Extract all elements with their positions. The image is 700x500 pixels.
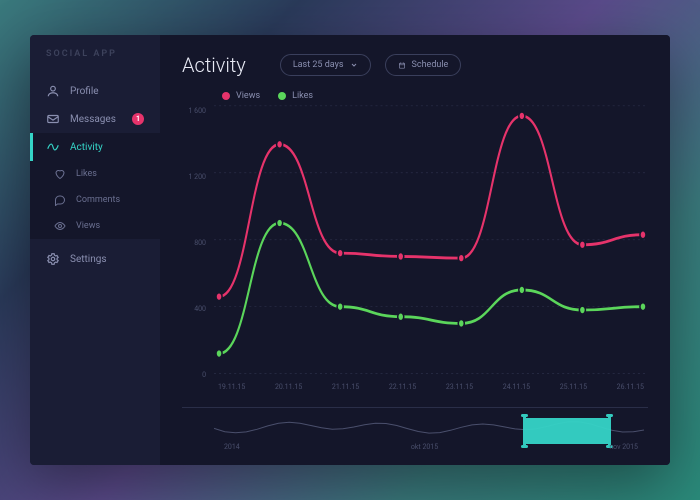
sidebar-item-settings[interactable]: Settings [30,245,160,273]
sidebar-item-label: Settings [70,254,107,265]
sidebar: SOCIAL APP Profile Messages 1 Activity [30,35,160,465]
x-tick: 26.11.15 [617,383,644,399]
x-tick: 20.11.15 [275,383,302,399]
legend-label: Likes [292,91,313,101]
chart: 1 600 1 200 800 400 0 19.11.15 20.11.15 21.11.… [182,103,648,399]
mail-icon [46,112,60,126]
y-tick: 400 [182,305,206,313]
scrubber-handle-left[interactable] [523,416,526,446]
sidebar-item-profile[interactable]: Profile [30,77,160,105]
gear-icon [46,252,60,266]
scrubber-window[interactable] [524,418,610,444]
scrubber-label: nov 2015 [609,443,638,451]
scrubber-handle-right[interactable] [608,416,611,446]
eye-icon [54,220,66,232]
scrubber-label: okt 2015 [411,443,438,451]
legend-item-views: Views [222,91,260,101]
header: Activity Last 25 days Schedule [182,53,648,77]
sidebar-item-label: Views [76,221,100,231]
y-tick: 0 [182,371,206,379]
chevron-down-icon [350,61,358,69]
x-tick: 19.11.15 [218,383,245,399]
messages-badge: 1 [132,113,144,125]
sidebar-item-label: Profile [70,86,99,97]
x-tick: 22.11.15 [389,383,416,399]
y-axis: 1 600 1 200 800 400 0 [182,103,214,399]
user-icon [46,84,60,98]
y-tick: 800 [182,239,206,247]
legend-item-likes: Likes [278,91,313,101]
sidebar-item-likes[interactable]: Likes [30,161,160,187]
x-tick: 23.11.15 [446,383,473,399]
legend-label: Views [236,91,260,101]
brand: SOCIAL APP [30,49,160,77]
sidebar-item-label: Messages [70,114,116,125]
schedule-button[interactable]: Schedule [385,54,462,76]
main-panel: Activity Last 25 days Schedule Views [160,35,670,465]
sidebar-item-comments[interactable]: Comments [30,187,160,213]
activity-icon [46,140,60,154]
y-tick: 1 600 [182,107,206,115]
chart-plot[interactable]: 19.11.15 20.11.15 21.11.15 22.11.15 23.11.15… [214,103,648,399]
x-tick: 21.11.15 [332,383,359,399]
app-window: SOCIAL APP Profile Messages 1 Activity [30,35,670,465]
sidebar-item-messages[interactable]: Messages 1 [30,105,160,133]
sidebar-item-views[interactable]: Views [30,213,160,239]
comment-icon [54,194,66,206]
sidebar-item-activity[interactable]: Activity [30,133,160,161]
scrubber-labels: 2014 okt 2015 nov 2015 [214,443,648,451]
chart-legend: Views Likes [182,87,648,103]
schedule-label: Schedule [412,60,449,70]
date-range-label: Last 25 days [293,60,344,70]
sidebar-item-label: Likes [76,169,97,179]
sidebar-item-label: Comments [76,195,120,205]
x-axis: 19.11.15 20.11.15 21.11.15 22.11.15 23.11.15… [214,383,648,399]
page-title: Activity [182,53,246,77]
y-tick: 1 200 [182,173,206,181]
timeline-scrubber[interactable]: 2014 okt 2015 nov 2015 [182,407,648,451]
heart-icon [54,168,66,180]
x-tick: 25.11.15 [560,383,587,399]
sidebar-item-label: Activity [70,142,103,153]
scrubber-label: 2014 [224,443,240,451]
date-range-select[interactable]: Last 25 days [280,54,371,76]
calendar-icon [398,61,406,69]
x-tick: 24.11.15 [503,383,530,399]
legend-dot [222,92,230,100]
legend-dot [278,92,286,100]
